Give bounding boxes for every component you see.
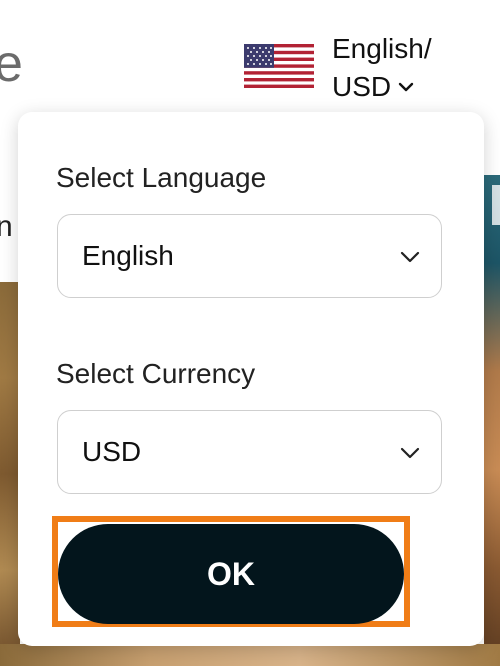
locale-popover: Select Language English Select Currency … bbox=[18, 112, 484, 646]
site-logo-fragment: e bbox=[0, 35, 23, 93]
locale-currency-text: USD bbox=[332, 71, 392, 102]
ok-button[interactable]: OK bbox=[58, 524, 404, 624]
language-select-value: English bbox=[82, 240, 174, 271]
chevron-down-icon bbox=[400, 447, 420, 459]
locale-currency-row: USD bbox=[332, 68, 432, 106]
chevron-down-icon bbox=[400, 251, 420, 263]
hero-image-left bbox=[0, 282, 20, 666]
hero-image-right bbox=[484, 175, 500, 666]
locale-switch-label: English/ USD bbox=[332, 30, 432, 106]
nav-text-fragment: n bbox=[0, 210, 13, 243]
currency-label: Select Currency bbox=[56, 358, 256, 389]
us-flag-icon bbox=[244, 44, 314, 88]
currency-select[interactable]: USD bbox=[57, 410, 442, 494]
locale-switch-button[interactable]: English/ USD bbox=[244, 30, 464, 110]
locale-language-text: English/ bbox=[332, 33, 432, 64]
hero-image-right-highlight bbox=[492, 185, 500, 225]
hero-image-bottom bbox=[0, 644, 500, 666]
currency-select-value: USD bbox=[82, 436, 142, 467]
chevron-down-icon bbox=[398, 82, 414, 92]
language-select[interactable]: English bbox=[57, 214, 442, 298]
language-label: Select Language bbox=[56, 162, 267, 193]
